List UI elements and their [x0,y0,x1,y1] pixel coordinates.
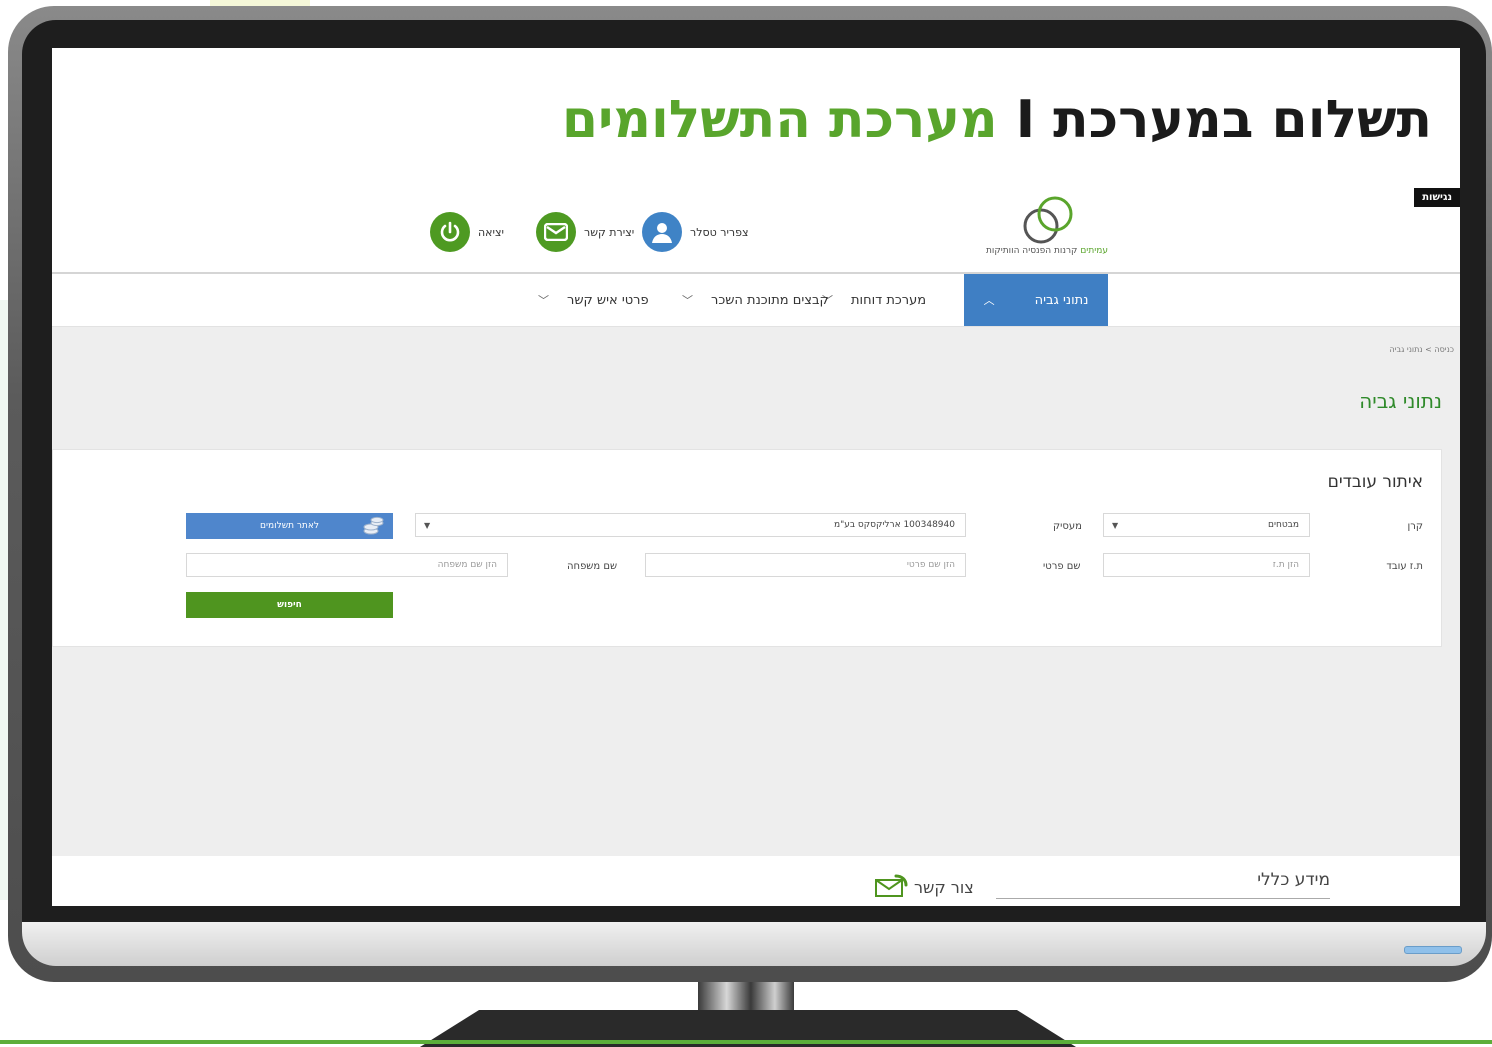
nav-salary-files[interactable]: קבצים מתוכנת השכר ﹀ [682,274,829,326]
footer-underline [996,898,1330,899]
nav-label: קבצים מתוכנת השכר [711,292,829,308]
find-payments-button[interactable]: לאתר תשלומים [186,513,393,539]
fund-select[interactable]: מבטחים ▼ [1103,513,1310,537]
dropdown-arrow-icon: ▼ [424,520,431,530]
mail-icon [536,212,576,252]
nav-label: נתוני גביה [1034,292,1089,308]
page-title: נתוני גביה [1359,389,1442,413]
employee-search-panel: איתור עובדים קרן מבטחים ▼ מעסיק 10034894… [52,449,1442,647]
nav-contact-details[interactable]: פרטי איש קשר ﹀ [538,274,649,326]
coins-icon [363,516,384,535]
footer-contact-label: צור קשר [914,877,974,897]
footer-contact-link[interactable]: צור קשר [874,874,974,900]
headline-part2: מערכת התשלומים [561,90,998,150]
first-name-placeholder: הזן שם פרטי [906,560,955,570]
logo-text: עמיתים קרנות הפנסיה הוותיקות [985,246,1108,256]
nav-label: מערכת דוחות [851,292,927,308]
nav-collection-data[interactable]: נתוני גביה ︿ [964,274,1108,326]
content-area: כניסה > נתוני גביה נתוני גביה איתור עובד… [52,327,1460,856]
logout-link[interactable]: יציאה [430,212,504,252]
contact-label: יצירת קשר [584,225,635,239]
accessibility-button[interactable]: נגישות [1414,188,1460,207]
envelope-phone-icon [875,874,908,897]
slide-headline: תשלום במערכת I מערכת התשלומים [562,90,1432,150]
power-led [1404,946,1462,954]
logo[interactable]: עמיתים קרנות הפנסיה הוותיקות [985,196,1108,266]
id-placeholder: הזן ת.ז [1272,560,1299,570]
contact-link[interactable]: יצירת קשר [536,212,634,252]
last-name-label: שם משפחה [567,561,618,572]
nav-reports[interactable]: מערכת דוחות ﹀ [822,274,926,326]
id-input[interactable]: הזן ת.ז [1103,553,1310,577]
chevron-down-icon: ﹀ [538,294,549,307]
last-name-placeholder: הזן שם משפחה [437,560,497,570]
main-nav: נתוני גביה ︿ מערכת דוחות ﹀ קבצים מתוכנת … [52,274,1460,327]
breadcrumb[interactable]: כניסה > נתוני גביה [1389,345,1454,354]
employer-label: מעסיק [1053,521,1082,532]
user-menu[interactable]: צפריר טסלר [642,212,749,252]
headline-separator: I [1015,90,1036,150]
footer-general-info[interactable]: מידע כללי [1257,870,1330,890]
last-name-input[interactable]: הזן שם משפחה [186,553,508,577]
employer-value: 100348940 ארליקסקס בע"מ [833,520,955,530]
fund-value: מבטחים [1267,520,1299,530]
dropdown-arrow-icon: ▼ [1112,520,1119,530]
search-button[interactable]: חיפוש [186,592,393,618]
footer: מידע כללי צור קשר [52,856,1460,906]
chevron-down-icon: ﹀ [682,294,693,307]
nav-label: פרטי איש קשר [567,292,649,308]
screen: תשלום במערכת I מערכת התשלומים נגישות עמי… [52,48,1460,906]
employer-select[interactable]: 100348940 ארליקסקס בע"מ ▼ [415,513,966,537]
logo-icon [1023,196,1073,244]
logout-label: יציאה [478,225,504,239]
user-icon [642,212,682,252]
button-label: לאתר תשלומים [260,521,319,531]
first-name-label: שם פרטי [1043,561,1081,572]
panel-title: איתור עובדים [1327,472,1423,492]
chevron-up-icon: ︿ [983,294,995,307]
monitor-chin [22,922,1486,966]
power-icon [430,212,470,252]
bottom-line [0,1040,1492,1044]
first-name-input[interactable]: הזן שם פרטי [645,553,966,577]
headline-part1: תשלום במערכת [1053,90,1432,150]
fund-label: קרן [1407,521,1423,532]
id-label: ת.ז עובד [1386,561,1423,572]
user-name: צפריר טסלר [690,225,749,239]
